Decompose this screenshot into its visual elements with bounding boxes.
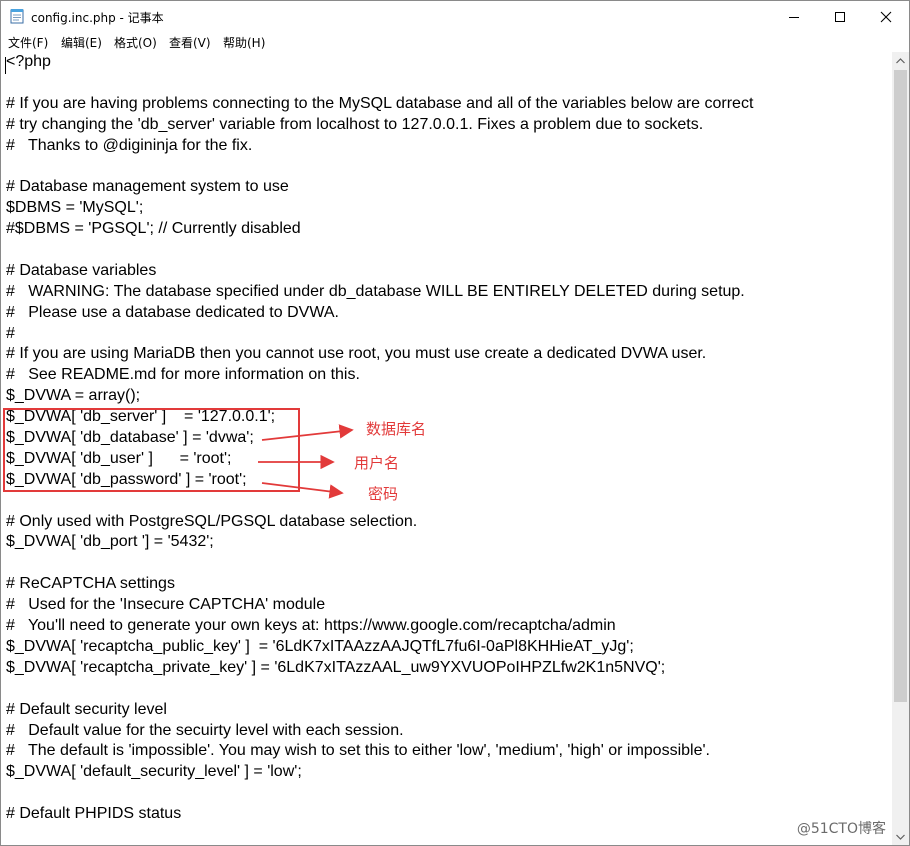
annotation-password: 密码 <box>368 485 399 503</box>
arrow-db-name <box>261 424 354 441</box>
watermark: @51CTO博客 <box>796 821 886 837</box>
annotation-user-name: 用户名 <box>354 454 400 472</box>
arrow-password <box>261 482 344 499</box>
annotation-db-name: 数据库名 <box>366 420 427 438</box>
annotation-arrows <box>258 424 354 499</box>
